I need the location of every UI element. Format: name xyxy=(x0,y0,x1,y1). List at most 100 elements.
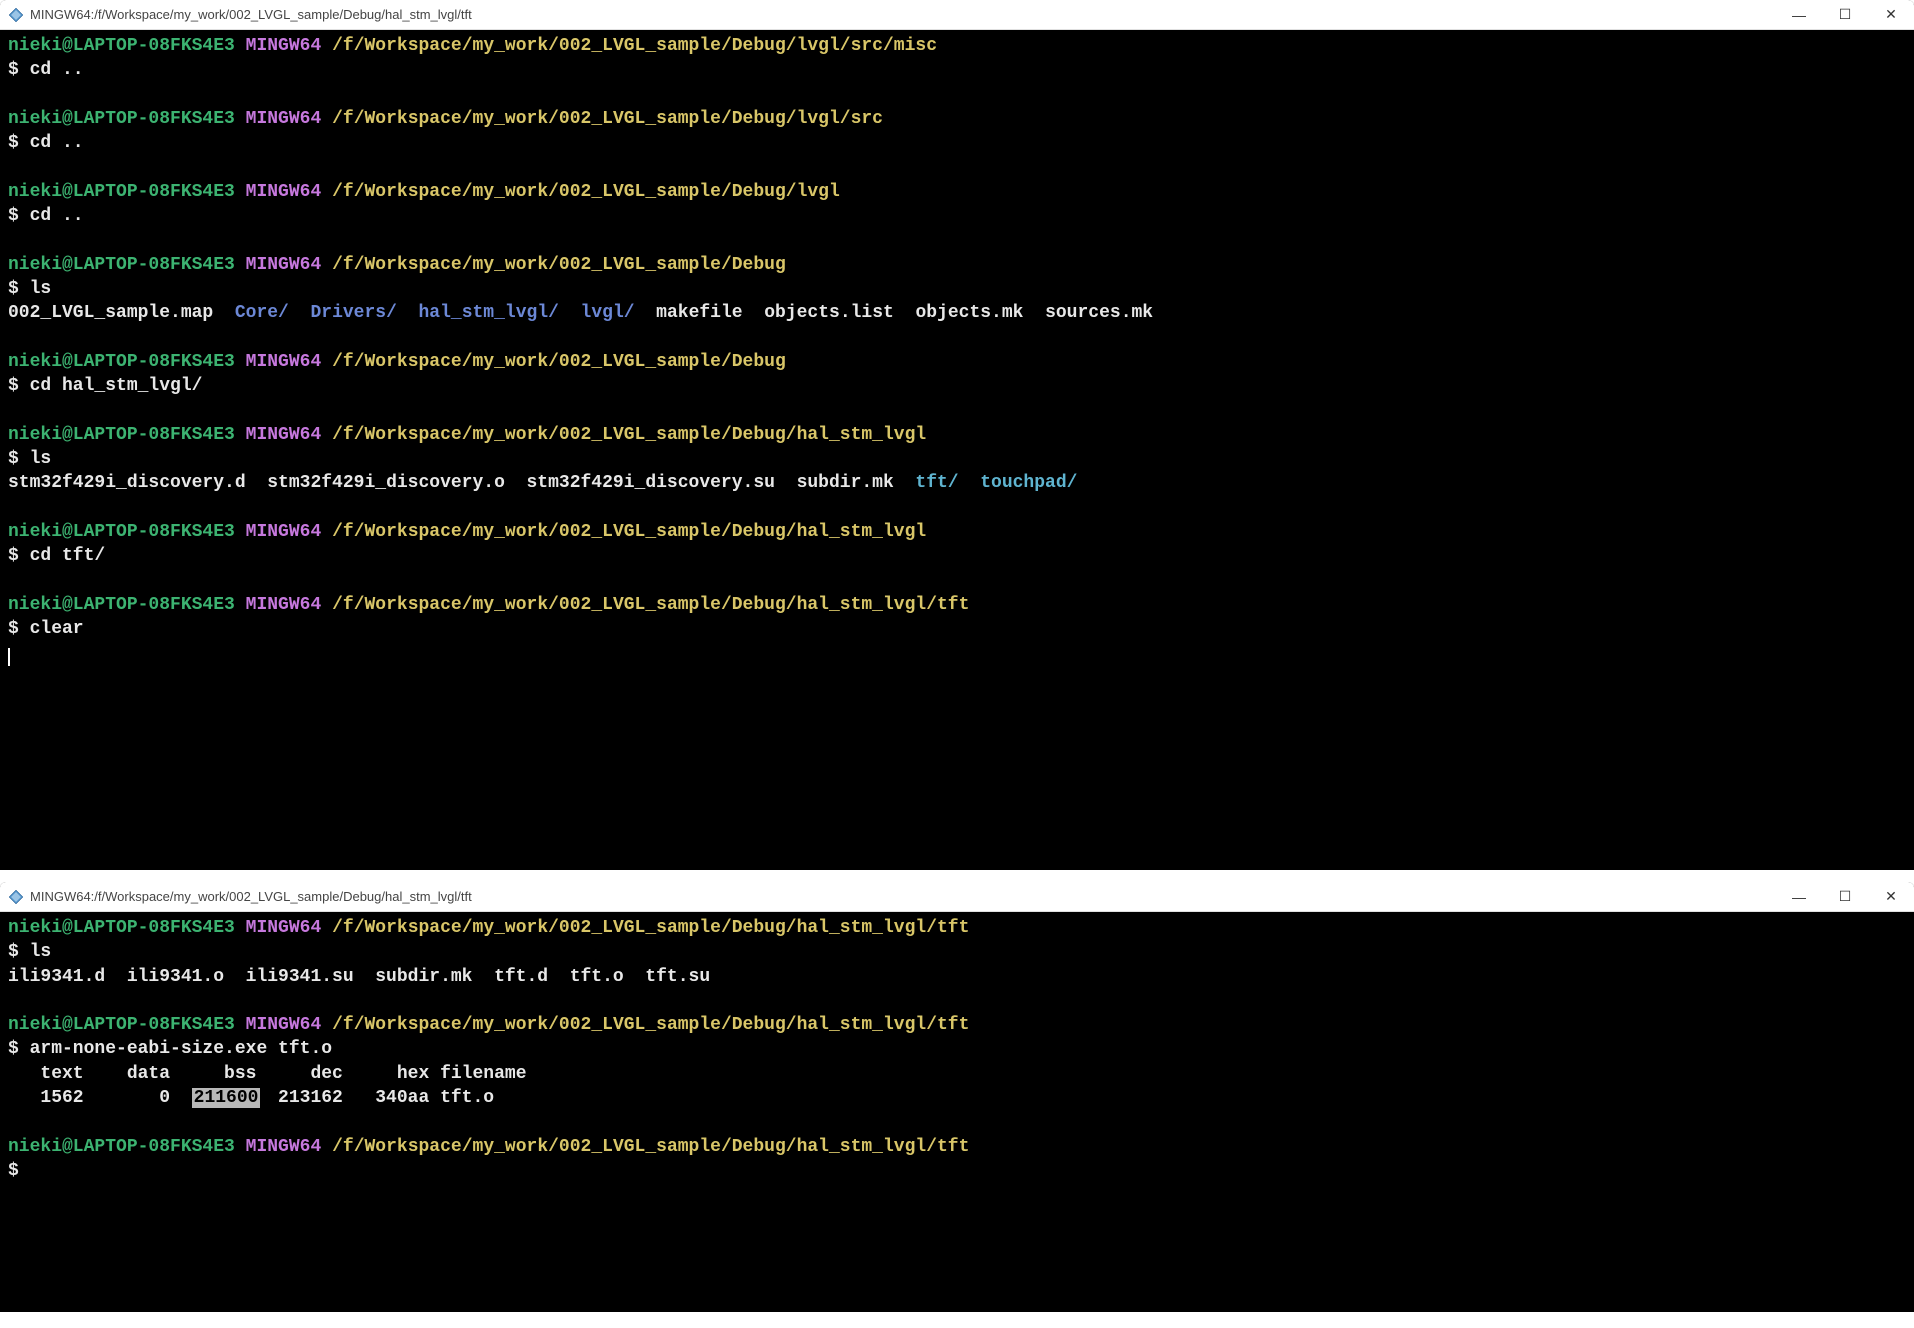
user-host: nieki@LAPTOP-08FKS4E3 xyxy=(8,109,235,129)
env-label: MINGW64 xyxy=(246,918,322,938)
command-line: $ cd hal_stm_lvgl/ xyxy=(8,374,1906,398)
titlebar-left: MINGW64:/f/Workspace/my_work/002_LVGL_sa… xyxy=(0,889,472,905)
prompt-line: nieki@LAPTOP-08FKS4E3 MINGW64 /f/Workspa… xyxy=(8,1013,1906,1037)
cwd-path: /f/Workspace/my_work/002_LVGL_sample/Deb… xyxy=(332,255,786,275)
ls-item xyxy=(213,303,235,323)
command-line: $ ls xyxy=(8,447,1906,471)
env-label: MINGW64 xyxy=(246,425,322,445)
env-label: MINGW64 xyxy=(246,36,322,56)
ls-item: stm32f429i_discovery.d xyxy=(8,473,246,493)
user-host: nieki@LAPTOP-08FKS4E3 xyxy=(8,595,235,615)
terminal-body[interactable]: nieki@LAPTOP-08FKS4E3 MINGW64 /f/Workspa… xyxy=(0,912,1914,1312)
ls-item: stm32f429i_discovery.o xyxy=(267,473,505,493)
titlebar-left: MINGW64:/f/Workspace/my_work/002_LVGL_sa… xyxy=(0,7,472,23)
env-label: MINGW64 xyxy=(246,255,322,275)
terminal-body[interactable]: nieki@LAPTOP-08FKS4E3 MINGW64 /f/Workspa… xyxy=(0,30,1914,870)
env-label: MINGW64 xyxy=(246,109,322,129)
close-button[interactable]: ✕ xyxy=(1868,882,1914,912)
prompt-line: nieki@LAPTOP-08FKS4E3 MINGW64 /f/Workspa… xyxy=(8,253,1906,277)
ls-item: lvgl/ xyxy=(581,303,635,323)
cwd-path: /f/Workspace/my_work/002_LVGL_sample/Deb… xyxy=(332,36,937,56)
cwd-path: /f/Workspace/my_work/002_LVGL_sample/Deb… xyxy=(332,595,969,615)
prompt-line: nieki@LAPTOP-08FKS4E3 MINGW64 /f/Workspa… xyxy=(8,1135,1906,1159)
ls-item xyxy=(894,303,916,323)
ls-item: subdir.mk xyxy=(797,473,894,493)
user-host: nieki@LAPTOP-08FKS4E3 xyxy=(8,182,235,202)
window-title: MINGW64:/f/Workspace/my_work/002_LVGL_sa… xyxy=(30,889,472,904)
ls-item xyxy=(775,473,797,493)
user-host: nieki@LAPTOP-08FKS4E3 xyxy=(8,522,235,542)
ls-item xyxy=(635,303,657,323)
prompt-line: nieki@LAPTOP-08FKS4E3 MINGW64 /f/Workspa… xyxy=(8,34,1906,58)
env-label: MINGW64 xyxy=(246,352,322,372)
titlebar[interactable]: MINGW64:/f/Workspace/my_work/002_LVGL_sa… xyxy=(0,882,1914,912)
user-host: nieki@LAPTOP-08FKS4E3 xyxy=(8,425,235,445)
ls-item xyxy=(743,303,765,323)
command-line: $ cd .. xyxy=(8,58,1906,82)
bss-highlight: 211600 xyxy=(192,1088,261,1108)
terminal-window-2: MINGW64:/f/Workspace/my_work/002_LVGL_sa… xyxy=(0,882,1914,1312)
cwd-path: /f/Workspace/my_work/002_LVGL_sample/Deb… xyxy=(332,425,926,445)
ls-item xyxy=(246,473,268,493)
ls-item xyxy=(289,303,311,323)
size-row: 1562 0 211600 213162 340aa tft.o xyxy=(8,1086,1906,1110)
cwd-path: /f/Workspace/my_work/002_LVGL_sample/Deb… xyxy=(332,109,883,129)
mingw-icon xyxy=(8,7,24,23)
ls-item: Drivers/ xyxy=(310,303,396,323)
ls-item xyxy=(559,303,581,323)
ls-output: 002_LVGL_sample.map Core/ Drivers/ hal_s… xyxy=(8,301,1906,325)
ls-item: touchpad/ xyxy=(980,473,1077,493)
env-label: MINGW64 xyxy=(246,1137,322,1157)
ls-output: stm32f429i_discovery.d stm32f429i_discov… xyxy=(8,471,1906,495)
prompt-line: nieki@LAPTOP-08FKS4E3 MINGW64 /f/Workspa… xyxy=(8,593,1906,617)
ls-item xyxy=(1023,303,1045,323)
prompt-line: nieki@LAPTOP-08FKS4E3 MINGW64 /f/Workspa… xyxy=(8,350,1906,374)
cwd-path: /f/Workspace/my_work/002_LVGL_sample/Deb… xyxy=(332,352,786,372)
command-line: $ xyxy=(8,1159,1906,1183)
env-label: MINGW64 xyxy=(246,595,322,615)
command-line: $ cd tft/ xyxy=(8,544,1906,568)
command-line: $ ls xyxy=(8,277,1906,301)
ls-item: objects.list xyxy=(764,303,894,323)
prompt-line: nieki@LAPTOP-08FKS4E3 MINGW64 /f/Workspa… xyxy=(8,180,1906,204)
prompt-line: nieki@LAPTOP-08FKS4E3 MINGW64 /f/Workspa… xyxy=(8,107,1906,131)
prompt-line: nieki@LAPTOP-08FKS4E3 MINGW64 /f/Workspa… xyxy=(8,520,1906,544)
cwd-path: /f/Workspace/my_work/002_LVGL_sample/Deb… xyxy=(332,522,926,542)
env-label: MINGW64 xyxy=(246,1015,322,1035)
cwd-path: /f/Workspace/my_work/002_LVGL_sample/Deb… xyxy=(332,918,969,938)
ls-item: makefile xyxy=(656,303,742,323)
ls-item: stm32f429i_discovery.su xyxy=(527,473,775,493)
terminal-window-1: MINGW64:/f/Workspace/my_work/002_LVGL_sa… xyxy=(0,0,1914,870)
env-label: MINGW64 xyxy=(246,522,322,542)
ls-output: ili9341.d ili9341.o ili9341.su subdir.mk… xyxy=(8,965,1906,989)
user-host: nieki@LAPTOP-08FKS4E3 xyxy=(8,918,235,938)
prompt-line: nieki@LAPTOP-08FKS4E3 MINGW64 /f/Workspa… xyxy=(8,916,1906,940)
size-header: text data bss dec hex filename xyxy=(8,1062,1906,1086)
prompt-line: nieki@LAPTOP-08FKS4E3 MINGW64 /f/Workspa… xyxy=(8,423,1906,447)
cwd-path: /f/Workspace/my_work/002_LVGL_sample/Deb… xyxy=(332,1137,969,1157)
ls-item: tft/ xyxy=(915,473,958,493)
command-line: $ clear xyxy=(8,617,1906,641)
user-host: nieki@LAPTOP-08FKS4E3 xyxy=(8,1137,235,1157)
user-host: nieki@LAPTOP-08FKS4E3 xyxy=(8,255,235,275)
maximize-button[interactable]: ☐ xyxy=(1822,0,1868,30)
window-controls: — ☐ ✕ xyxy=(1776,0,1914,30)
ls-item: hal_stm_lvgl/ xyxy=(419,303,559,323)
mingw-icon xyxy=(8,889,24,905)
close-button[interactable]: ✕ xyxy=(1868,0,1914,30)
command-line: $ arm-none-eabi-size.exe tft.o xyxy=(8,1037,1906,1061)
ls-item: sources.mk xyxy=(1045,303,1153,323)
titlebar[interactable]: MINGW64:/f/Workspace/my_work/002_LVGL_sa… xyxy=(0,0,1914,30)
window-title: MINGW64:/f/Workspace/my_work/002_LVGL_sa… xyxy=(30,7,472,22)
maximize-button[interactable]: ☐ xyxy=(1822,882,1868,912)
ls-item xyxy=(894,473,916,493)
ls-item xyxy=(959,473,981,493)
user-host: nieki@LAPTOP-08FKS4E3 xyxy=(8,352,235,372)
command-line: $ ls xyxy=(8,940,1906,964)
ls-item: Core/ xyxy=(235,303,289,323)
env-label: MINGW64 xyxy=(246,182,322,202)
minimize-button[interactable]: — xyxy=(1776,0,1822,30)
ls-item xyxy=(505,473,527,493)
minimize-button[interactable]: — xyxy=(1776,882,1822,912)
cursor xyxy=(8,641,1906,665)
